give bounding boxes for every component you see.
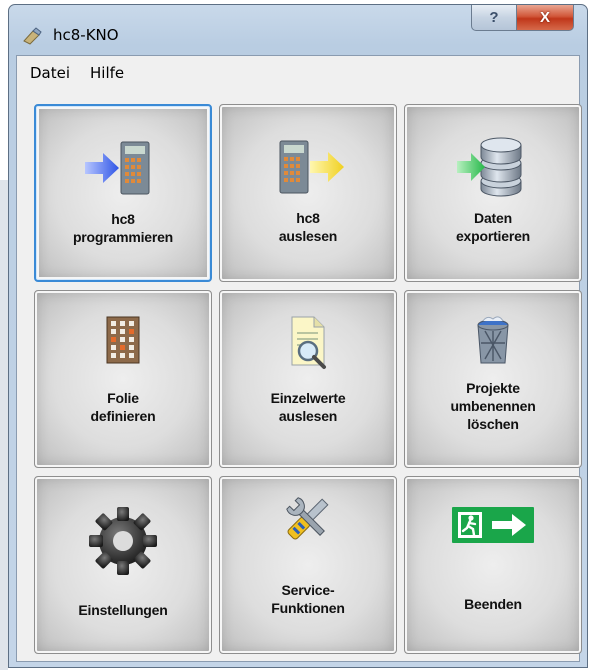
window-title: hc8-KNO bbox=[53, 26, 119, 44]
einstellungen-button[interactable]: Einstellungen bbox=[34, 476, 212, 654]
title-bar: hc8-KNO ? X bbox=[9, 5, 587, 55]
app-window: hc8-KNO ? X Datei Hilfe hc8 programmiere… bbox=[8, 4, 588, 668]
hc8-auslesen-label: hc8 auslesen bbox=[278, 210, 338, 244]
trash-bin-icon bbox=[477, 316, 509, 364]
app-icon bbox=[23, 27, 42, 45]
beenden-button[interactable]: Beenden bbox=[404, 476, 582, 654]
help-button[interactable]: ? bbox=[471, 5, 517, 31]
service-funktionen-button[interactable]: Service- Funktionen bbox=[219, 476, 397, 654]
folie-definieren-label: Folie definieren bbox=[90, 390, 156, 424]
einstellungen-label: Einstellungen bbox=[78, 602, 168, 618]
menu-bar: Datei Hilfe bbox=[17, 56, 579, 90]
emergency-exit-icon bbox=[452, 507, 534, 543]
device-import-icon bbox=[85, 141, 150, 195]
grid-sheet-icon bbox=[106, 316, 140, 364]
einzelwerte-auslesen-label: Einzelwerte auslesen bbox=[270, 390, 346, 424]
menu-hilfe[interactable]: Hilfe bbox=[80, 60, 134, 86]
beenden-label: Beenden bbox=[464, 596, 522, 612]
folie-definieren-button[interactable]: Folie definieren bbox=[34, 290, 212, 468]
close-button[interactable]: X bbox=[516, 5, 574, 31]
help-icon: ? bbox=[489, 9, 499, 26]
hc8-programmieren-button[interactable]: hc8 programmieren bbox=[34, 104, 212, 282]
device-export-icon bbox=[279, 140, 344, 194]
hc8-programmieren-label: hc8 programmieren bbox=[72, 211, 174, 245]
document-search-icon bbox=[291, 316, 326, 369]
daten-exportieren-label: Daten exportieren bbox=[455, 210, 531, 244]
menu-datei[interactable]: Datei bbox=[20, 60, 80, 86]
hc8-auslesen-button[interactable]: hc8 auslesen bbox=[219, 104, 397, 282]
wrench-screwdriver-icon bbox=[286, 497, 329, 540]
daten-exportieren-button[interactable]: Daten exportieren bbox=[404, 104, 582, 282]
projekte-umbenennen-loeschen-button[interactable]: Projekte umbenennen löschen bbox=[404, 290, 582, 468]
database-export-icon bbox=[457, 137, 522, 197]
client-area: Datei Hilfe hc8 programmieren hc8 ausles… bbox=[16, 55, 582, 662]
projekte-umbenennen-loeschen-label: Projekte umbenennen löschen bbox=[450, 380, 536, 432]
gear-icon bbox=[89, 507, 157, 575]
background-strip bbox=[0, 180, 8, 670]
einzelwerte-auslesen-button[interactable]: Einzelwerte auslesen bbox=[219, 290, 397, 468]
service-funktionen-label: Service- Funktionen bbox=[271, 582, 345, 616]
close-icon: X bbox=[539, 9, 550, 26]
